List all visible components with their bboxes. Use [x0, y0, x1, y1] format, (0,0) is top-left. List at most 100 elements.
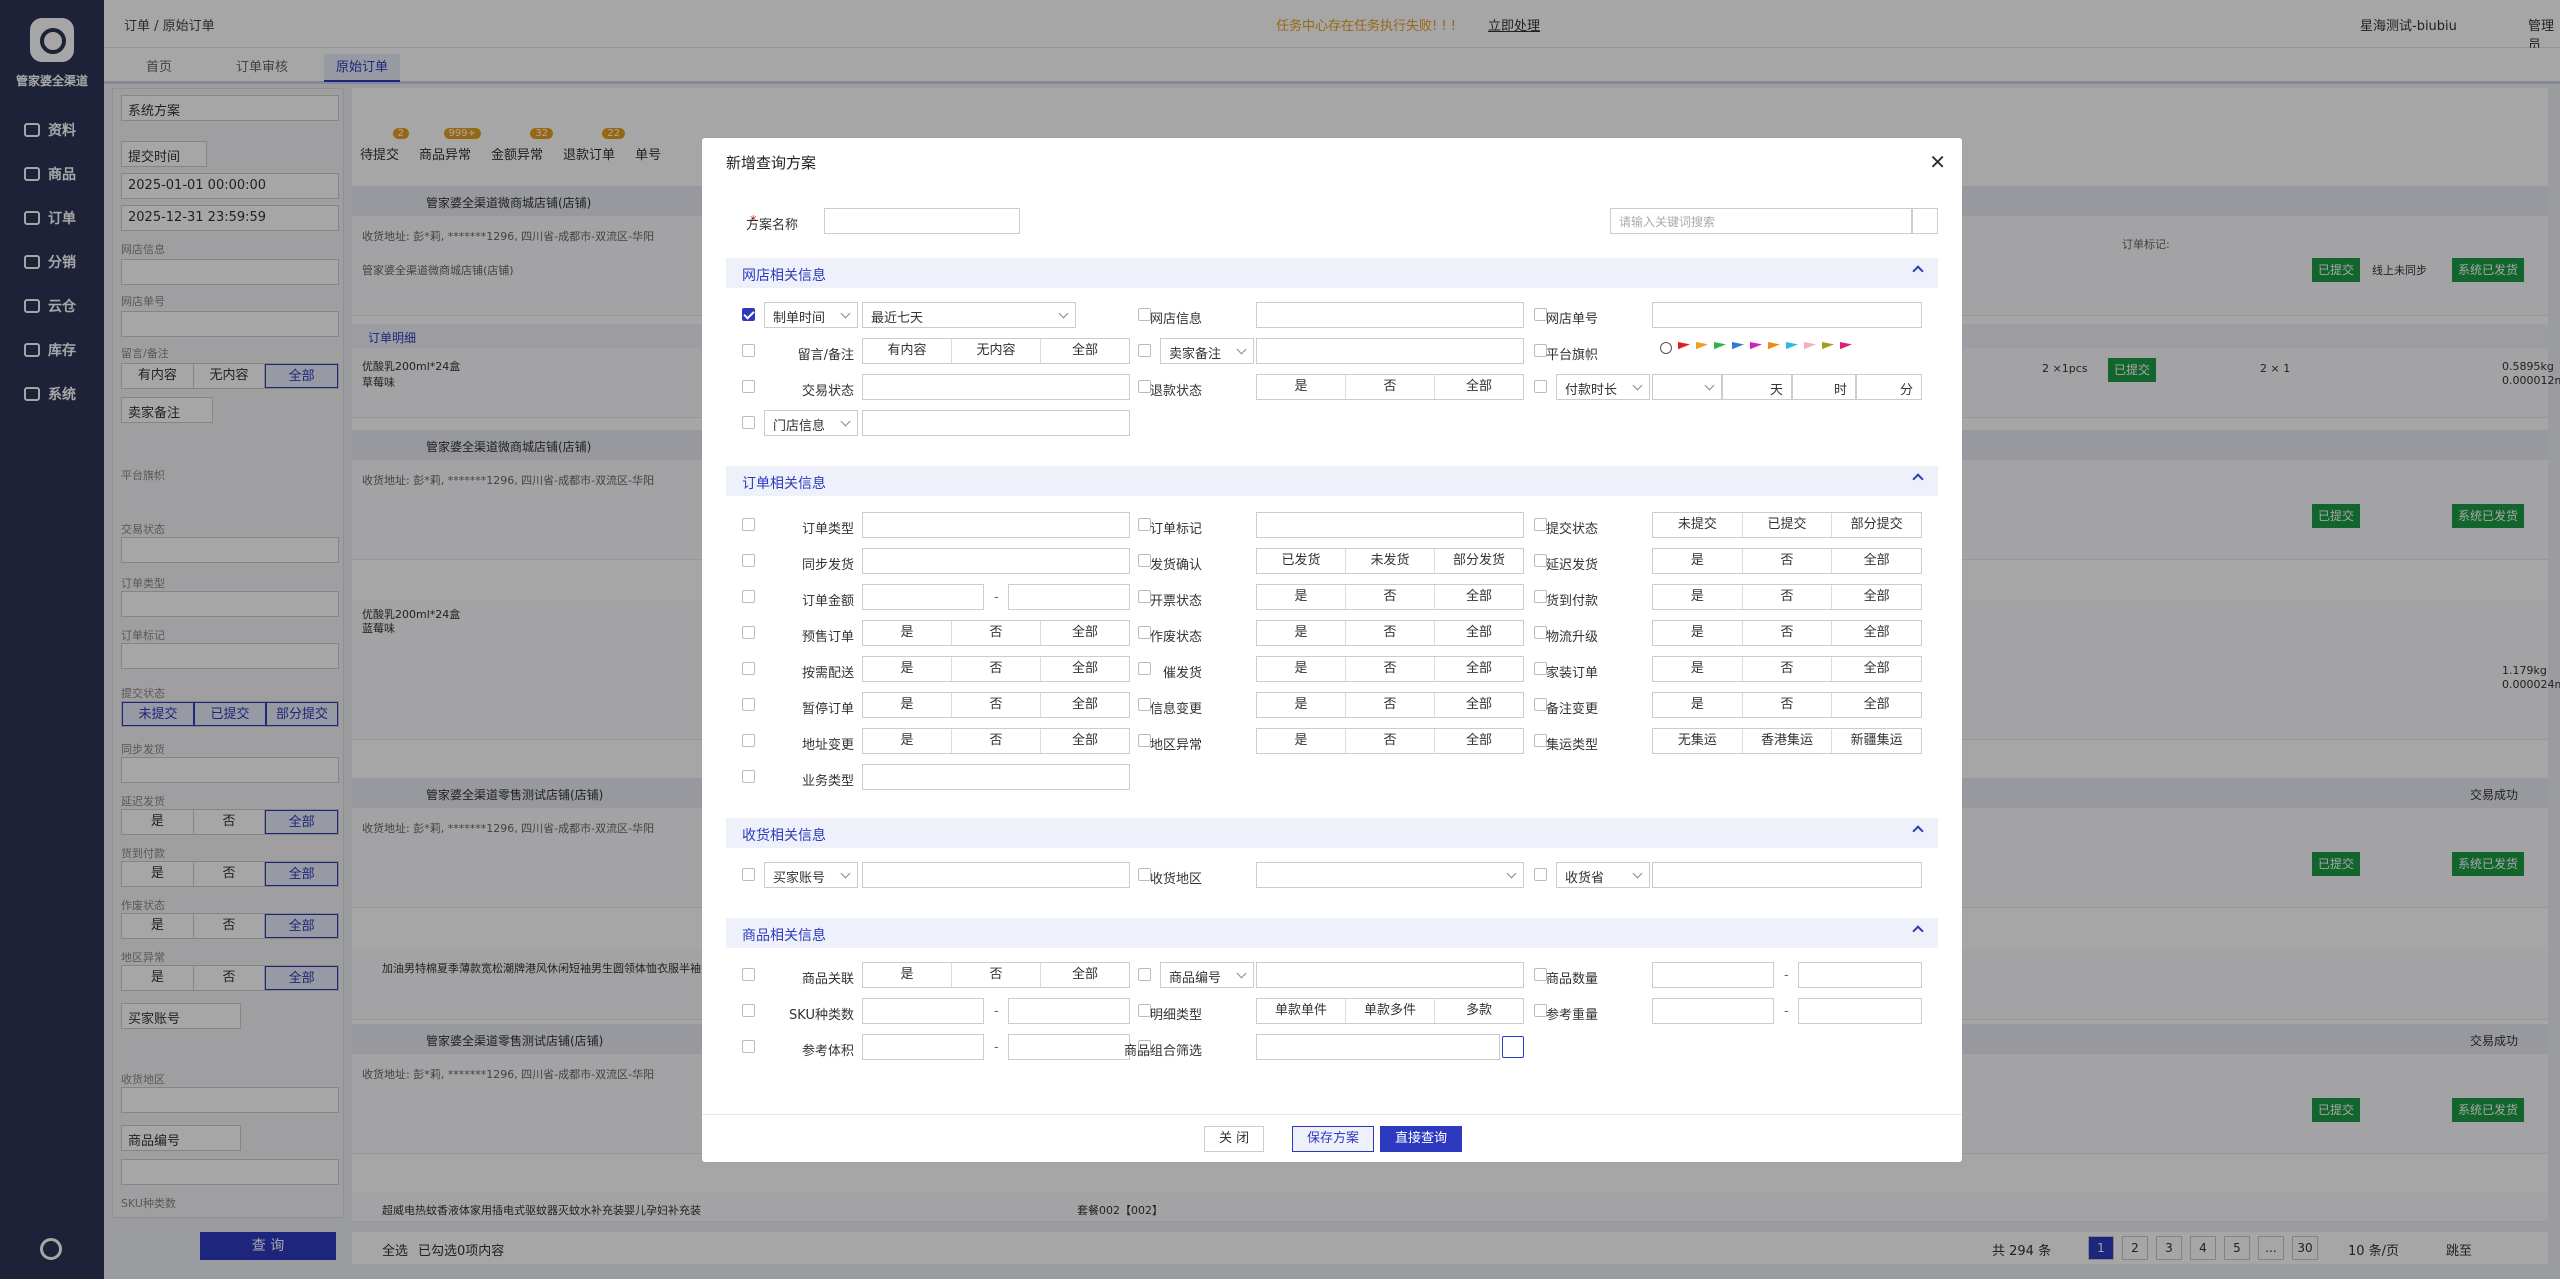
save-scheme-button[interactable]: 保存方案: [1292, 1126, 1375, 1152]
flag-icon[interactable]: [1750, 342, 1762, 350]
segment-option[interactable]: 是: [863, 729, 952, 753]
segment-option[interactable]: 全部: [1832, 693, 1921, 717]
seg-single-multi[interactable]: 单款多件: [1346, 999, 1435, 1023]
seller-note-input[interactable]: [1256, 338, 1524, 364]
segment-option[interactable]: 否: [1743, 693, 1833, 717]
section-receive[interactable]: 收货相关信息: [726, 818, 1938, 848]
segment-option[interactable]: 否: [1743, 585, 1833, 609]
order-field-segment[interactable]: 是否全部: [1256, 620, 1524, 646]
goods-relate-segment[interactable]: 是否全部: [862, 962, 1130, 988]
close-icon[interactable]: ✕: [1929, 150, 1946, 174]
hours-input[interactable]: 时: [1792, 374, 1856, 400]
range-min[interactable]: [862, 584, 984, 610]
buyer-input[interactable]: [862, 862, 1130, 888]
time-type-select[interactable]: 制单时间: [764, 302, 858, 328]
close-button[interactable]: 关 闭: [1204, 1126, 1265, 1152]
segment-option[interactable]: 是: [1653, 549, 1743, 573]
province-select[interactable]: 收货省: [1556, 862, 1650, 888]
segment-option[interactable]: 是: [1257, 621, 1346, 645]
checkbox-seller-note[interactable]: [1138, 344, 1151, 357]
segment-option[interactable]: 新疆集运: [1832, 729, 1921, 753]
direct-query-button[interactable]: 直接查询: [1380, 1126, 1463, 1152]
segment-option[interactable]: 否: [1743, 657, 1833, 681]
days-input[interactable]: 天: [1722, 374, 1792, 400]
order-field-segment[interactable]: 是否全部: [1256, 728, 1524, 754]
order-field-segment[interactable]: 是否全部: [862, 620, 1130, 646]
order-field-segment[interactable]: 无集运 香港集运 新疆集运: [1652, 728, 1922, 754]
checkbox-goods-no[interactable]: [1138, 968, 1151, 981]
segment-option[interactable]: 是: [1653, 693, 1743, 717]
time-range-select[interactable]: 最近七天: [862, 302, 1076, 328]
seg-all[interactable]: 全部: [1041, 963, 1129, 987]
segment-option[interactable]: 是: [1653, 621, 1743, 645]
seller-note-select[interactable]: 卖家备注: [1160, 338, 1254, 364]
shop-info-select[interactable]: 门店信息: [764, 410, 858, 436]
checkbox-buyer[interactable]: [742, 868, 755, 881]
segment-option[interactable]: 已发货: [1257, 549, 1346, 573]
ref-weight-min[interactable]: [1652, 998, 1774, 1024]
flag-icon[interactable]: [1840, 342, 1852, 350]
section-goods[interactable]: 商品相关信息: [726, 918, 1938, 948]
segment-option[interactable]: 否: [1346, 657, 1435, 681]
shop-info-input[interactable]: [862, 410, 1130, 436]
segment-option[interactable]: 否: [1346, 585, 1435, 609]
segment-option[interactable]: 否: [952, 729, 1041, 753]
combo-input[interactable]: [1256, 1034, 1500, 1060]
checkbox-shop-info[interactable]: [742, 416, 755, 429]
segment-option[interactable]: 否: [1346, 729, 1435, 753]
flag-icon[interactable]: [1804, 342, 1816, 350]
section-store[interactable]: 网店相关信息: [726, 258, 1938, 288]
pay-duration-op-select[interactable]: [1652, 374, 1722, 400]
order-field-segment[interactable]: 是否全部: [1256, 656, 1524, 682]
segment-option[interactable]: 未发货: [1346, 549, 1435, 573]
flag-icon[interactable]: [1768, 342, 1780, 350]
order-field-segment[interactable]: 已发货 未发货 部分发货: [1256, 548, 1524, 574]
refund-segment[interactable]: 是否全部: [1256, 374, 1524, 400]
flag-icon[interactable]: [1732, 342, 1744, 350]
order-field-segment[interactable]: 未提交 已提交 部分提交: [1652, 512, 1922, 538]
order-field-segment[interactable]: 是否全部: [862, 728, 1130, 754]
segment-option[interactable]: 否: [952, 657, 1041, 681]
order-field-segment[interactable]: 是否全部: [862, 692, 1130, 718]
collapse-icon[interactable]: [1912, 825, 1924, 837]
seg-yes[interactable]: 是: [1257, 375, 1346, 399]
segment-option[interactable]: 是: [863, 657, 952, 681]
combo-picker-icon[interactable]: [1502, 1036, 1524, 1058]
buyer-select[interactable]: 买家账号: [764, 862, 858, 888]
goods-no-select[interactable]: 商品编号: [1160, 962, 1254, 988]
ref-weight-max[interactable]: [1798, 998, 1922, 1024]
flag-options[interactable]: [1660, 342, 1852, 354]
message-segment[interactable]: 有内容 无内容 全部: [862, 338, 1130, 364]
trade-status-input[interactable]: [862, 374, 1130, 400]
seg-no[interactable]: 否: [1346, 375, 1435, 399]
sku-count-min[interactable]: [862, 998, 984, 1024]
order-field-input[interactable]: [1256, 512, 1524, 538]
search-icon[interactable]: [1912, 208, 1938, 234]
segment-option[interactable]: 否: [952, 621, 1041, 645]
minutes-input[interactable]: 分: [1856, 374, 1922, 400]
goods-no-input[interactable]: [1256, 962, 1524, 988]
order-field-segment[interactable]: 是否全部: [1652, 692, 1922, 718]
flag-icon[interactable]: [1678, 342, 1690, 350]
segment-option[interactable]: 全部: [1832, 585, 1921, 609]
segment-option[interactable]: 无集运: [1653, 729, 1743, 753]
store-info-input[interactable]: [1256, 302, 1524, 328]
segment-option[interactable]: 是: [863, 693, 952, 717]
segment-option[interactable]: 否: [1346, 693, 1435, 717]
goods-qty-max[interactable]: [1798, 962, 1922, 988]
order-field-input[interactable]: [862, 764, 1130, 790]
segment-option[interactable]: 否: [1743, 549, 1833, 573]
no-flag-icon[interactable]: [1660, 342, 1672, 354]
segment-option[interactable]: 否: [1743, 621, 1833, 645]
segment-option[interactable]: 香港集运: [1743, 729, 1833, 753]
checkbox-pay-duration[interactable]: [1534, 380, 1547, 393]
seg-single-single[interactable]: 单款单件: [1257, 999, 1346, 1023]
order-field-segment[interactable]: 是否全部: [1652, 584, 1922, 610]
collapse-icon[interactable]: [1912, 265, 1924, 277]
order-field-segment[interactable]: 是否全部: [1652, 620, 1922, 646]
segment-option[interactable]: 全部: [1832, 621, 1921, 645]
segment-option[interactable]: 部分提交: [1832, 513, 1921, 537]
flag-icon[interactable]: [1714, 342, 1726, 350]
seg-no-content[interactable]: 无内容: [952, 339, 1041, 363]
section-order[interactable]: 订单相关信息: [726, 466, 1938, 496]
